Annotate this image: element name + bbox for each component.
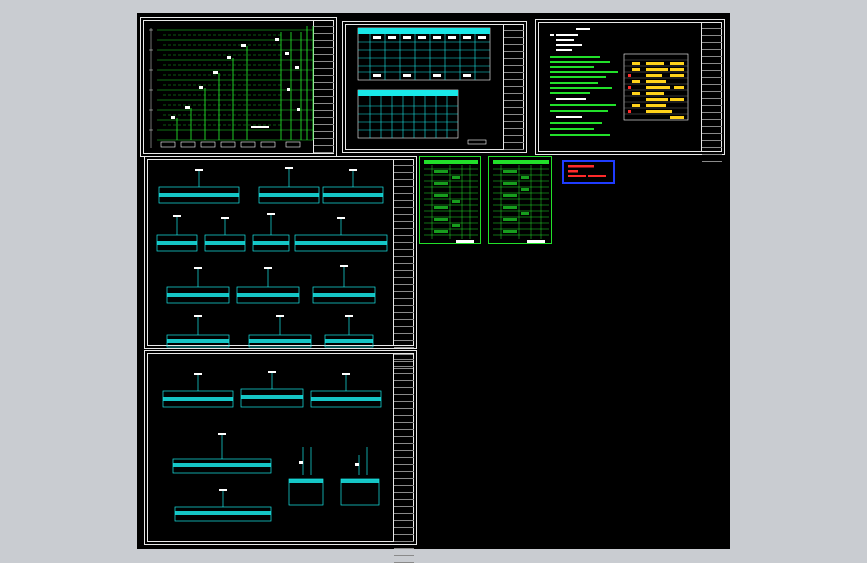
notes-drawing bbox=[550, 28, 689, 136]
sheet-material-list-2[interactable] bbox=[488, 156, 552, 244]
sheet-material-list-1[interactable] bbox=[419, 156, 481, 244]
drawing-canvas[interactable] bbox=[137, 13, 730, 563]
riser-drawing bbox=[149, 26, 314, 148]
material-list-drawing-1 bbox=[424, 160, 478, 243]
sheet-distribution-boxes-2[interactable] bbox=[144, 350, 417, 563]
material-list-drawing-2 bbox=[493, 160, 549, 243]
distribution-drawing-2 bbox=[162, 371, 382, 522]
distribution-drawing-1 bbox=[156, 167, 388, 348]
panel-table-drawing bbox=[357, 27, 491, 145]
sheet-panel-table[interactable] bbox=[342, 21, 527, 164]
revision-stamp-icon bbox=[562, 160, 615, 184]
sheet-distribution-boxes-1[interactable] bbox=[144, 156, 417, 369]
sheet-notes-legend[interactable] bbox=[535, 19, 725, 162]
sheet-riser-diagram[interactable] bbox=[140, 17, 337, 160]
